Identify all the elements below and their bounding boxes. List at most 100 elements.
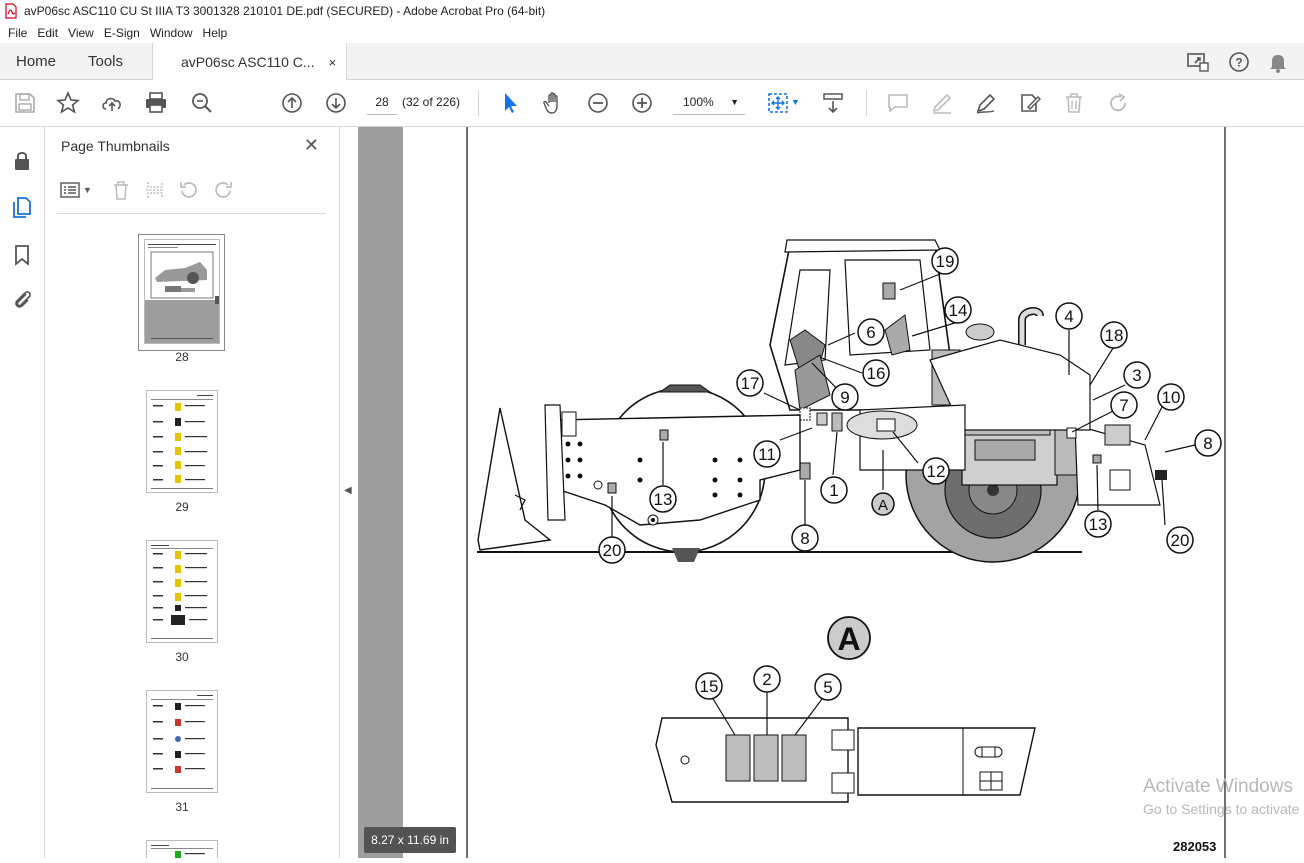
menu-help[interactable]: Help (203, 26, 228, 40)
rotate-left-icon[interactable] (178, 179, 200, 201)
attachments-paperclip-icon[interactable] (10, 287, 34, 311)
callout-20-left: 20 (603, 541, 622, 560)
fit-page-icon[interactable] (766, 91, 790, 115)
extract-page-icon[interactable] (144, 179, 166, 201)
draw-pen-icon[interactable] (974, 91, 998, 115)
comment-icon[interactable] (886, 91, 910, 115)
thumbnail-page-32[interactable] (146, 840, 218, 858)
panel-title: Page Thumbnails (61, 138, 170, 154)
lock-icon[interactable] (10, 149, 34, 173)
thumbnail-label-29: 29 (175, 500, 189, 514)
callout-7: 7 (1119, 396, 1128, 415)
activate-windows-subtitle: Go to Settings to activate (1143, 801, 1300, 817)
hand-tool-icon[interactable] (542, 91, 566, 115)
callout-17: 17 (741, 374, 760, 393)
window-title: avP06sc ASC110 CU St IIIA T3 3001328 210… (24, 4, 546, 18)
previous-page-icon[interactable] (280, 91, 304, 115)
bookmark-star-icon[interactable] (56, 91, 80, 115)
next-page-icon[interactable] (324, 91, 348, 115)
svg-text:?: ? (1235, 56, 1242, 70)
zoom-level-value: 100% (683, 95, 714, 109)
thumbnail-options-icon[interactable] (59, 180, 81, 200)
thumbnail-page-31-preview (151, 695, 213, 789)
thumbnail-page-29-preview (151, 395, 213, 489)
document-background (358, 127, 403, 858)
callout-A-small: A (878, 497, 888, 514)
zoom-in-icon[interactable] (630, 91, 654, 115)
thumbnail-page-32-preview (151, 845, 213, 858)
page-thumbnails-icon[interactable] (10, 195, 34, 219)
share-screen-icon[interactable] (1186, 51, 1210, 73)
toolbar-separator-2 (866, 90, 867, 116)
zoom-search-icon[interactable] (190, 91, 214, 115)
thumbnail-page-28[interactable] (144, 239, 220, 344)
bookmarks-icon[interactable] (10, 243, 34, 267)
panel-close-icon[interactable]: ✕ (304, 135, 319, 156)
collapse-panel-icon[interactable]: ◀ (344, 485, 352, 496)
callout-8-bottom: 8 (800, 529, 809, 548)
delete-page-icon[interactable] (110, 179, 132, 201)
zoom-out-icon[interactable] (586, 91, 610, 115)
rotate-right-icon[interactable] (212, 179, 234, 201)
thumbnail-label-28: 28 (175, 350, 189, 364)
upload-cloud-icon[interactable] (100, 91, 124, 115)
document-page: 19 14 6 16 9 17 4 18 3 7 10 8 11 1 12 13… (403, 127, 1304, 858)
page-number-input[interactable]: 28 (367, 90, 397, 115)
save-icon[interactable] (13, 91, 37, 115)
tab-document[interactable]: avP06sc ASC110 C... × (152, 43, 348, 81)
callout-19: 19 (936, 252, 955, 271)
help-icon[interactable]: ? (1228, 51, 1250, 73)
chevron-down-icon: ▼ (730, 97, 739, 107)
callout-2: 2 (762, 670, 771, 689)
menu-view[interactable]: View (68, 26, 94, 40)
document-number: 282053 (1173, 839, 1217, 854)
callout-15: 15 (700, 677, 719, 696)
pdf-app-icon (5, 3, 17, 19)
callout-12: 12 (927, 462, 946, 481)
menu-window[interactable]: Window (150, 26, 193, 40)
callout-4: 4 (1064, 307, 1073, 326)
tab-tools[interactable]: Tools (88, 43, 123, 80)
menu-edit[interactable]: Edit (37, 26, 58, 40)
select-cursor-icon[interactable] (499, 91, 523, 115)
left-nav-rail (0, 127, 45, 858)
print-icon[interactable] (144, 91, 168, 115)
title-bar: avP06sc ASC110 CU St IIIA T3 3001328 210… (0, 0, 1304, 22)
zoom-level-select[interactable]: 100% ▼ (673, 90, 745, 115)
thumbnail-list: 28 29 30 31 (45, 223, 320, 858)
callout-13-right: 13 (1089, 515, 1108, 534)
thumbnail-page-30[interactable] (146, 540, 218, 643)
thumbnail-page-31[interactable] (146, 690, 218, 793)
tab-bar: Home Tools avP06sc ASC110 C... × ? (0, 43, 1304, 81)
thumbnail-page-28-preview (145, 244, 219, 343)
callout-1: 1 (829, 481, 838, 500)
machine-diagram: 19 14 6 16 9 17 4 18 3 7 10 8 11 1 12 13… (466, 127, 1226, 858)
tab-document-label: avP06sc ASC110 C... (181, 54, 315, 70)
callout-14: 14 (949, 301, 968, 320)
delete-trash-icon[interactable] (1062, 91, 1086, 115)
panel-divider (57, 213, 326, 214)
menu-file[interactable]: File (8, 26, 27, 40)
callout-3: 3 (1132, 366, 1141, 385)
menu-esign[interactable]: E-Sign (104, 26, 140, 40)
redo-icon[interactable] (1106, 91, 1130, 115)
callout-20-right: 20 (1171, 531, 1190, 550)
thumbnail-label-31: 31 (175, 800, 189, 814)
callout-16: 16 (867, 364, 886, 383)
scrolling-mode-icon[interactable] (821, 91, 845, 115)
highlight-pen-icon[interactable] (930, 91, 954, 115)
callout-10: 10 (1162, 388, 1181, 407)
tab-close-icon[interactable]: × (329, 55, 337, 70)
page-size-indicator: 8.27 x 11.69 in (364, 827, 456, 853)
notification-bell-icon[interactable] (1268, 51, 1288, 73)
callout-6: 6 (866, 323, 875, 342)
options-chevron-icon[interactable]: ▼ (83, 185, 92, 195)
thumbnail-page-29[interactable] (146, 390, 218, 493)
page-count: (32 of 226) (402, 95, 461, 109)
tab-home[interactable]: Home (16, 43, 56, 80)
callout-5: 5 (823, 678, 832, 697)
fit-chevron-icon[interactable]: ▼ (791, 97, 800, 107)
panel-splitter[interactable]: ◀ (340, 127, 358, 858)
callout-11: 11 (758, 445, 776, 464)
stamp-edit-icon[interactable] (1018, 91, 1042, 115)
